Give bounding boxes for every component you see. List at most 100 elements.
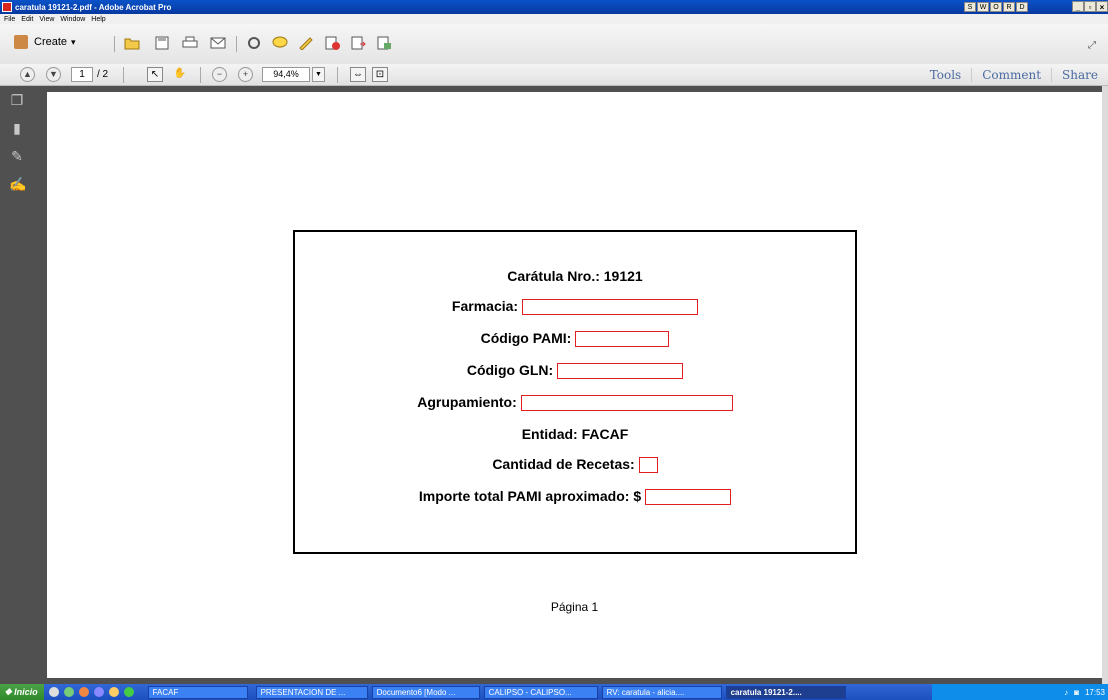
quicklaunch-chrome-icon[interactable]	[123, 687, 134, 697]
agrupamiento-field[interactable]	[520, 395, 733, 412]
taskbar-item-caratula-pdf[interactable]: caratula 19121-2....	[725, 685, 846, 699]
minimize-icon[interactable]: _	[1072, 1, 1084, 12]
chevron-down-icon: ▾	[71, 36, 76, 47]
importe-field[interactable]	[645, 489, 732, 506]
taskbar-item-facaf[interactable]: FACAF	[147, 685, 248, 699]
sword-r[interactable]: R	[1003, 2, 1015, 12]
codigo-pami-label: Código PAMI:	[480, 330, 572, 346]
taskbar-item-rv-caratula[interactable]: RV: caratula - alicia....	[601, 685, 722, 699]
cantidad-label: Cantidad de Recetas:	[492, 456, 635, 472]
export-page-icon[interactable]	[376, 36, 392, 50]
farmacia-row: Farmacia:	[295, 298, 855, 316]
codigo-gln-label: Código GLN:	[466, 362, 554, 378]
vertical-scrollbar[interactable]	[1102, 86, 1108, 684]
fit-page-icon[interactable]: ⊡	[372, 67, 388, 82]
menu-edit[interactable]: Edit	[21, 16, 33, 23]
highlight-icon[interactable]	[298, 36, 314, 50]
taskbar-item-presentacion[interactable]: PRESENTACION DE ...	[255, 685, 368, 699]
pdf-page: Carátula Nro.: 19121 Farmacia: Código PA…	[47, 92, 1102, 678]
quicklaunch-firefox-icon[interactable]	[78, 687, 89, 697]
delete-page-icon[interactable]	[324, 36, 340, 50]
quicklaunch-icon[interactable]	[108, 687, 119, 697]
menu-window[interactable]: Window	[60, 16, 85, 23]
comment-link[interactable]: Comment	[971, 68, 1051, 82]
hand-tool-icon[interactable]: ✋	[172, 67, 188, 82]
codigo-pami-row: Código PAMI:	[295, 330, 855, 348]
agrupamiento-row: Agrupamiento:	[295, 394, 855, 412]
entidad: Entidad: FACAF	[521, 426, 629, 442]
fit-width-icon[interactable]: ⇔	[350, 67, 366, 82]
sword-w[interactable]: W	[977, 2, 989, 12]
cantidad-row: Cantidad de Recetas:	[295, 456, 855, 474]
select-tool-icon[interactable]: ↖	[147, 67, 163, 82]
start-label: Inicio	[14, 687, 38, 697]
codigo-pami-field[interactable]	[575, 331, 670, 348]
sword-o[interactable]: O	[990, 2, 1002, 12]
title-bar: caratula 19121-2.pdf - Adobe Acrobat Pro…	[0, 0, 1108, 14]
open-folder-icon[interactable]	[124, 36, 140, 50]
menu-bar: File Edit View Window Help	[0, 14, 1108, 24]
menu-file[interactable]: File	[4, 16, 15, 23]
toolbar-separator	[114, 36, 115, 52]
close-icon[interactable]: ×	[1096, 1, 1108, 12]
create-label: Create	[34, 36, 68, 48]
sword-d[interactable]: D	[1016, 2, 1028, 12]
navigation-toolbar: ▲ ▼ 1 / 2 ↖ ✋ − + 94,4% ▼ ⇔ ⊡ Tools Comm…	[0, 64, 1108, 86]
page-number-input[interactable]: 1	[71, 67, 93, 82]
menu-view[interactable]: View	[39, 16, 54, 23]
maximize-icon[interactable]: ▫	[1084, 1, 1096, 12]
taskbar-item-documento6[interactable]: Documento6 [Modo ...	[371, 685, 480, 699]
navigation-pane: ❐ ▮ ✎ ✍	[0, 86, 38, 684]
sword-s[interactable]: S	[964, 2, 976, 12]
zoom-level-input[interactable]: 94,4%	[262, 67, 310, 82]
print-icon[interactable]	[182, 36, 198, 50]
quicklaunch-ie-icon[interactable]	[48, 687, 59, 697]
menu-help[interactable]: Help	[91, 16, 105, 23]
toolbar-separator	[236, 36, 237, 52]
start-button[interactable]: ❖ Inicio	[0, 684, 44, 700]
farmacia-label: Farmacia:	[451, 298, 519, 314]
sword-toolbar: S W O R D	[964, 2, 1029, 12]
share-link[interactable]: Share	[1051, 68, 1108, 82]
zoom-in-icon[interactable]: +	[238, 67, 253, 82]
codigo-gln-row: Código GLN:	[295, 362, 855, 380]
cantidad-recetas-field[interactable]	[638, 457, 658, 474]
zoom-dropdown-icon[interactable]: ▼	[312, 67, 325, 82]
importe-row: Importe total PAMI aproximado: $	[295, 488, 855, 506]
attachments-icon[interactable]: ✎	[9, 148, 25, 164]
clock: 17:53	[1084, 687, 1105, 697]
volume-icon[interactable]: ♪	[1064, 688, 1068, 697]
save-icon[interactable]	[154, 36, 170, 50]
windows-logo-icon: ❖	[4, 686, 13, 697]
caratula-box: Carátula Nro.: 19121 Farmacia: Código PA…	[293, 230, 857, 554]
next-page-icon[interactable]: ▼	[46, 67, 61, 82]
page-total: / 2	[97, 69, 109, 80]
tools-link[interactable]: Tools	[920, 68, 972, 82]
expand-icon[interactable]: ⤢	[1088, 40, 1100, 52]
signatures-icon[interactable]: ✍	[9, 176, 26, 192]
settings-icon[interactable]	[246, 36, 262, 50]
quicklaunch-icon[interactable]	[93, 687, 104, 697]
zoom-out-icon[interactable]: −	[212, 67, 227, 82]
toolbar-separator	[337, 67, 338, 83]
document-area: Carátula Nro.: 19121 Farmacia: Código PA…	[38, 86, 1108, 684]
acrobat-icon	[2, 2, 12, 12]
extract-page-icon[interactable]	[350, 36, 366, 50]
bookmarks-icon[interactable]: ▮	[9, 120, 25, 136]
main-toolbar: Create ▾ ⤢	[0, 24, 1108, 64]
quicklaunch-icon[interactable]	[63, 687, 74, 697]
page-thumbnails-icon[interactable]: ❐	[9, 92, 25, 108]
agrupamiento-label: Agrupamiento:	[417, 394, 517, 410]
system-tray: ♪ ◙ 17:53	[932, 684, 1108, 700]
importe-label: Importe total PAMI aproximado: $	[418, 488, 642, 504]
previous-page-icon[interactable]: ▲	[20, 67, 35, 82]
comment-icon[interactable]	[272, 36, 288, 50]
codigo-gln-field[interactable]	[557, 363, 684, 380]
network-icon[interactable]: ◙	[1074, 688, 1079, 697]
create-button[interactable]: Create ▾	[14, 35, 76, 49]
taskbar-item-calipso[interactable]: CALIPSO - CALIPSO...	[483, 685, 598, 699]
toolbar-separator	[200, 67, 201, 83]
taskbar: ❖ Inicio FACAF PRESENTACION DE ... Docum…	[0, 684, 1108, 700]
farmacia-field[interactable]	[522, 299, 699, 316]
email-icon[interactable]	[210, 36, 226, 50]
